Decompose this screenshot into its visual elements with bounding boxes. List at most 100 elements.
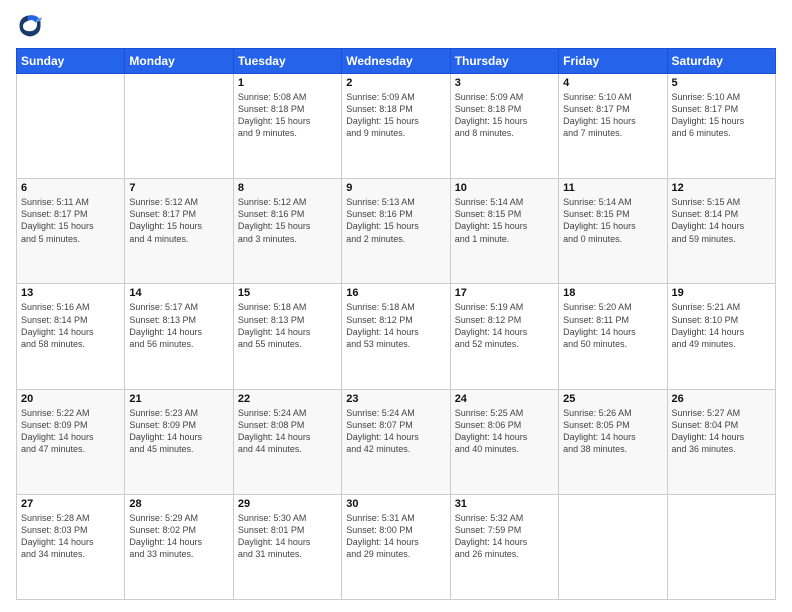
day-number: 31 xyxy=(455,498,554,510)
day-number: 28 xyxy=(129,498,228,510)
day-number: 16 xyxy=(346,287,445,299)
calendar-cell: 31Sunrise: 5:32 AM Sunset: 7:59 PM Dayli… xyxy=(450,494,558,599)
day-info: Sunrise: 5:12 AM Sunset: 8:17 PM Dayligh… xyxy=(129,196,228,245)
calendar-cell: 11Sunrise: 5:14 AM Sunset: 8:15 PM Dayli… xyxy=(559,179,667,284)
day-info: Sunrise: 5:25 AM Sunset: 8:06 PM Dayligh… xyxy=(455,407,554,456)
day-info: Sunrise: 5:10 AM Sunset: 8:17 PM Dayligh… xyxy=(563,91,662,140)
day-number: 9 xyxy=(346,182,445,194)
weekday-header-wednesday: Wednesday xyxy=(342,49,450,74)
day-info: Sunrise: 5:31 AM Sunset: 8:00 PM Dayligh… xyxy=(346,512,445,561)
day-number: 15 xyxy=(238,287,337,299)
calendar-cell xyxy=(559,494,667,599)
day-info: Sunrise: 5:15 AM Sunset: 8:14 PM Dayligh… xyxy=(672,196,771,245)
day-number: 27 xyxy=(21,498,120,510)
weekday-header-sunday: Sunday xyxy=(17,49,125,74)
calendar-cell: 1Sunrise: 5:08 AM Sunset: 8:18 PM Daylig… xyxy=(233,74,341,179)
calendar: SundayMondayTuesdayWednesdayThursdayFrid… xyxy=(16,48,776,600)
header xyxy=(16,12,776,40)
weekday-header-saturday: Saturday xyxy=(667,49,775,74)
calendar-cell: 7 Sunrise: 5:12 AM Sunset: 8:17 PM Daylig… xyxy=(125,179,233,284)
calendar-cell: 20 Sunrise: 5:22 AM Sunset: 8:09 PM Dayli… xyxy=(17,389,125,494)
calendar-cell xyxy=(667,494,775,599)
day-number: 6 xyxy=(21,182,120,194)
day-number: 21 xyxy=(129,393,228,405)
calendar-cell: 16 Sunrise: 5:18 AM Sunset: 8:12 PM Dayli… xyxy=(342,284,450,389)
day-info: Sunrise: 5:12 AM Sunset: 8:16 PM Dayligh… xyxy=(238,196,337,245)
calendar-cell: 21 Sunrise: 5:23 AM Sunset: 8:09 PM Dayli… xyxy=(125,389,233,494)
day-info: Sunrise: 5:24 AM Sunset: 8:08 PM Dayligh… xyxy=(238,407,337,456)
day-info: Sunrise: 5:24 AM Sunset: 8:07 PM Dayligh… xyxy=(346,407,445,456)
day-info: Sunrise: 5:19 AM Sunset: 8:12 PM Dayligh… xyxy=(455,301,554,350)
weekday-header-row: SundayMondayTuesdayWednesdayThursdayFrid… xyxy=(17,49,776,74)
day-number: 12 xyxy=(672,182,771,194)
calendar-cell: 27Sunrise: 5:28 AM Sunset: 8:03 PM Dayli… xyxy=(17,494,125,599)
calendar-cell: 18 Sunrise: 5:20 AM Sunset: 8:11 PM Dayli… xyxy=(559,284,667,389)
day-info: Sunrise: 5:18 AM Sunset: 8:13 PM Dayligh… xyxy=(238,301,337,350)
day-number: 23 xyxy=(346,393,445,405)
calendar-cell: 4 Sunrise: 5:10 AM Sunset: 8:17 PM Daylig… xyxy=(559,74,667,179)
day-number: 24 xyxy=(455,393,554,405)
day-info: Sunrise: 5:09 AM Sunset: 8:18 PM Dayligh… xyxy=(346,91,445,140)
page: SundayMondayTuesdayWednesdayThursdayFrid… xyxy=(0,0,792,612)
calendar-cell: 9 Sunrise: 5:13 AM Sunset: 8:16 PM Daylig… xyxy=(342,179,450,284)
calendar-cell: 19Sunrise: 5:21 AM Sunset: 8:10 PM Dayli… xyxy=(667,284,775,389)
day-number: 4 xyxy=(563,77,662,89)
day-number: 26 xyxy=(672,393,771,405)
day-info: Sunrise: 5:10 AM Sunset: 8:17 PM Dayligh… xyxy=(672,91,771,140)
day-number: 25 xyxy=(563,393,662,405)
day-info: Sunrise: 5:20 AM Sunset: 8:11 PM Dayligh… xyxy=(563,301,662,350)
calendar-cell: 2 Sunrise: 5:09 AM Sunset: 8:18 PM Daylig… xyxy=(342,74,450,179)
day-info: Sunrise: 5:29 AM Sunset: 8:02 PM Dayligh… xyxy=(129,512,228,561)
day-number: 3 xyxy=(455,77,554,89)
day-number: 8 xyxy=(238,182,337,194)
day-info: Sunrise: 5:27 AM Sunset: 8:04 PM Dayligh… xyxy=(672,407,771,456)
day-number: 10 xyxy=(455,182,554,194)
day-info: Sunrise: 5:23 AM Sunset: 8:09 PM Dayligh… xyxy=(129,407,228,456)
calendar-cell: 22Sunrise: 5:24 AM Sunset: 8:08 PM Dayli… xyxy=(233,389,341,494)
week-row-1: 1Sunrise: 5:08 AM Sunset: 8:18 PM Daylig… xyxy=(17,74,776,179)
day-number: 2 xyxy=(346,77,445,89)
calendar-cell: 14Sunrise: 5:17 AM Sunset: 8:13 PM Dayli… xyxy=(125,284,233,389)
weekday-header-tuesday: Tuesday xyxy=(233,49,341,74)
day-number: 18 xyxy=(563,287,662,299)
day-info: Sunrise: 5:18 AM Sunset: 8:12 PM Dayligh… xyxy=(346,301,445,350)
week-row-5: 27Sunrise: 5:28 AM Sunset: 8:03 PM Dayli… xyxy=(17,494,776,599)
day-number: 5 xyxy=(672,77,771,89)
calendar-cell: 23 Sunrise: 5:24 AM Sunset: 8:07 PM Dayli… xyxy=(342,389,450,494)
day-number: 30 xyxy=(346,498,445,510)
day-info: Sunrise: 5:13 AM Sunset: 8:16 PM Dayligh… xyxy=(346,196,445,245)
calendar-cell: 15 Sunrise: 5:18 AM Sunset: 8:13 PM Dayli… xyxy=(233,284,341,389)
day-info: Sunrise: 5:16 AM Sunset: 8:14 PM Dayligh… xyxy=(21,301,120,350)
day-info: Sunrise: 5:11 AM Sunset: 8:17 PM Dayligh… xyxy=(21,196,120,245)
logo-icon xyxy=(16,12,44,40)
weekday-header-friday: Friday xyxy=(559,49,667,74)
week-row-3: 13 Sunrise: 5:16 AM Sunset: 8:14 PM Dayli… xyxy=(17,284,776,389)
day-info: Sunrise: 5:30 AM Sunset: 8:01 PM Dayligh… xyxy=(238,512,337,561)
calendar-cell: 10 Sunrise: 5:14 AM Sunset: 8:15 PM Dayli… xyxy=(450,179,558,284)
calendar-cell: 17Sunrise: 5:19 AM Sunset: 8:12 PM Dayli… xyxy=(450,284,558,389)
calendar-cell: 8 Sunrise: 5:12 AM Sunset: 8:16 PM Daylig… xyxy=(233,179,341,284)
day-info: Sunrise: 5:08 AM Sunset: 8:18 PM Dayligh… xyxy=(238,91,337,140)
day-number: 29 xyxy=(238,498,337,510)
calendar-cell: 13 Sunrise: 5:16 AM Sunset: 8:14 PM Dayli… xyxy=(17,284,125,389)
calendar-cell xyxy=(125,74,233,179)
week-row-2: 6 Sunrise: 5:11 AM Sunset: 8:17 PM Daylig… xyxy=(17,179,776,284)
calendar-cell: 5 Sunrise: 5:10 AM Sunset: 8:17 PM Daylig… xyxy=(667,74,775,179)
week-row-4: 20 Sunrise: 5:22 AM Sunset: 8:09 PM Dayli… xyxy=(17,389,776,494)
calendar-cell: 24 Sunrise: 5:25 AM Sunset: 8:06 PM Dayli… xyxy=(450,389,558,494)
calendar-cell: 29 Sunrise: 5:30 AM Sunset: 8:01 PM Dayli… xyxy=(233,494,341,599)
day-info: Sunrise: 5:26 AM Sunset: 8:05 PM Dayligh… xyxy=(563,407,662,456)
day-number: 11 xyxy=(563,182,662,194)
day-info: Sunrise: 5:14 AM Sunset: 8:15 PM Dayligh… xyxy=(455,196,554,245)
logo xyxy=(16,12,48,40)
day-info: Sunrise: 5:21 AM Sunset: 8:10 PM Dayligh… xyxy=(672,301,771,350)
day-info: Sunrise: 5:22 AM Sunset: 8:09 PM Dayligh… xyxy=(21,407,120,456)
day-number: 20 xyxy=(21,393,120,405)
calendar-cell: 25 Sunrise: 5:26 AM Sunset: 8:05 PM Dayli… xyxy=(559,389,667,494)
calendar-cell: 28 Sunrise: 5:29 AM Sunset: 8:02 PM Dayli… xyxy=(125,494,233,599)
day-number: 7 xyxy=(129,182,228,194)
day-number: 13 xyxy=(21,287,120,299)
calendar-cell xyxy=(17,74,125,179)
calendar-cell: 3Sunrise: 5:09 AM Sunset: 8:18 PM Daylig… xyxy=(450,74,558,179)
day-info: Sunrise: 5:17 AM Sunset: 8:13 PM Dayligh… xyxy=(129,301,228,350)
